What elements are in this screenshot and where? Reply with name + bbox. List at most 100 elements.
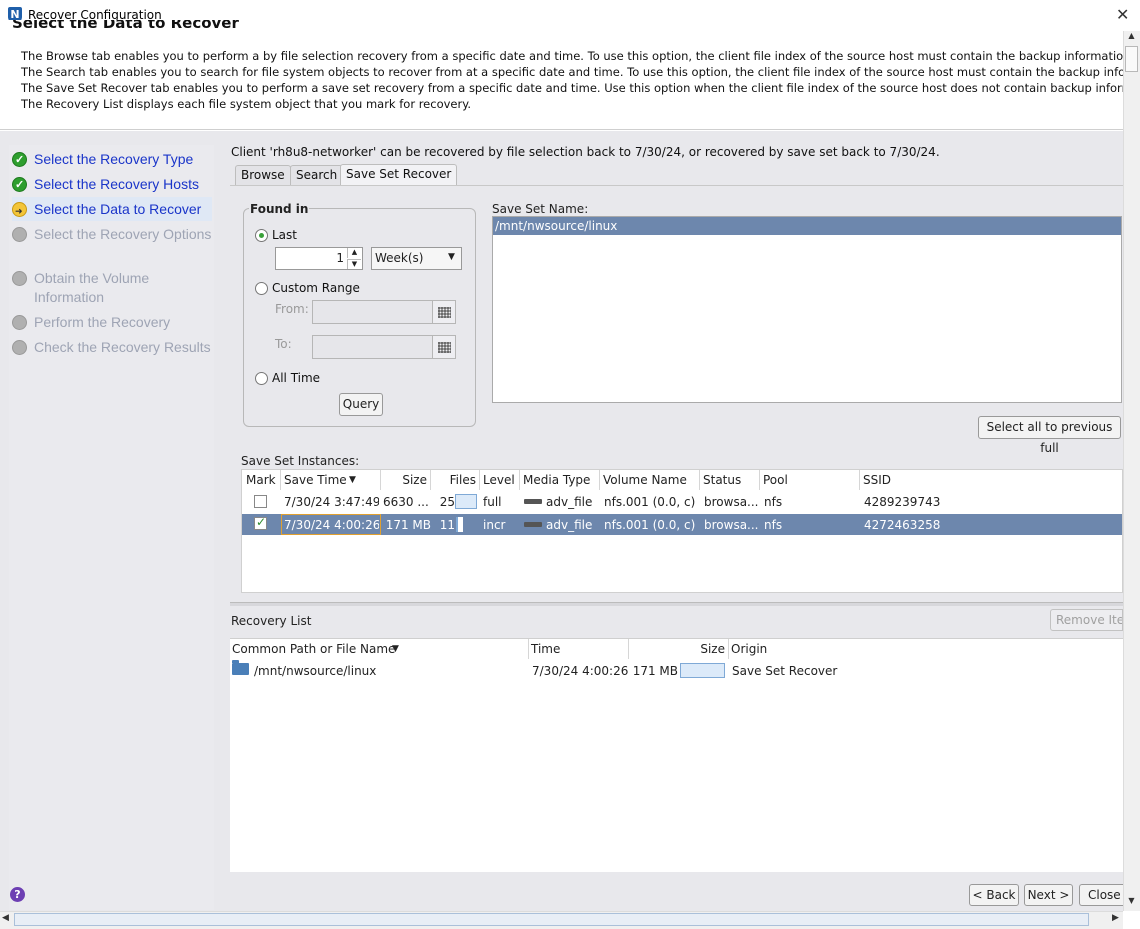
column-header-volume-name[interactable]: Volume Name bbox=[600, 470, 700, 490]
cell-pool: nfs bbox=[764, 495, 783, 509]
panel-splitter[interactable] bbox=[230, 602, 1123, 606]
chevron-down-icon[interactable]: ▼ bbox=[448, 252, 455, 262]
column-header-label: Common Path or File Name bbox=[232, 642, 396, 656]
cell-volume-name: nfs.001 (0.0, c) bbox=[604, 518, 696, 532]
step-data-to-recover[interactable]: Select the Data to Recover bbox=[12, 197, 212, 221]
disk-media-icon bbox=[524, 499, 542, 504]
header-panel: Select the Data to Recover The Browse ta… bbox=[0, 20, 1124, 130]
cell-origin: Save Set Recover bbox=[732, 664, 838, 678]
column-header-save-time[interactable]: Save Time ▼ bbox=[281, 470, 381, 490]
column-header-level[interactable]: Level bbox=[480, 470, 520, 490]
files-progress-bar bbox=[456, 517, 463, 532]
help-icon[interactable]: ? bbox=[10, 887, 25, 902]
folder-icon bbox=[232, 660, 249, 675]
stepper-down-icon[interactable]: ▼ bbox=[347, 259, 361, 269]
last-count-value: 1 bbox=[336, 251, 344, 265]
step-label: Obtain the Volume Information bbox=[34, 270, 150, 305]
files-progress-bar bbox=[455, 494, 477, 509]
mark-checkbox[interactable] bbox=[254, 515, 267, 530]
column-header-pool[interactable]: Pool bbox=[760, 470, 860, 490]
column-header-files[interactable]: Files bbox=[431, 470, 480, 490]
pending-dot-icon bbox=[12, 271, 27, 286]
tab-search[interactable]: Search bbox=[290, 165, 344, 185]
cell-level: full bbox=[483, 495, 502, 509]
pending-dot-icon bbox=[12, 315, 27, 330]
cell-pool: nfs bbox=[764, 518, 783, 532]
cell-size: 171 MB bbox=[385, 518, 431, 532]
scroll-right-icon[interactable]: ▶ bbox=[1112, 913, 1119, 923]
header-line-recovery-list: The Recovery List displays each file sys… bbox=[21, 97, 472, 111]
cell-status: browsa... bbox=[704, 518, 758, 532]
last-radio[interactable] bbox=[255, 229, 268, 242]
cell-ssid: 4289239743 bbox=[864, 495, 941, 509]
unit-select-value: Week(s) bbox=[375, 251, 424, 265]
close-button[interactable]: Close bbox=[1079, 884, 1123, 906]
scroll-down-icon[interactable]: ▼ bbox=[1123, 896, 1140, 910]
column-header-status[interactable]: Status bbox=[700, 470, 760, 490]
size-progress-bar bbox=[680, 663, 725, 678]
to-calendar-icon bbox=[432, 335, 456, 359]
column-header-size[interactable]: Size bbox=[629, 639, 729, 659]
next-button[interactable]: Next > bbox=[1024, 884, 1073, 906]
cell-time: 7/30/24 4:00:26... bbox=[532, 664, 628, 678]
column-header-media-type[interactable]: Media Type bbox=[520, 470, 600, 490]
back-button[interactable]: < Back bbox=[969, 884, 1019, 906]
column-header-path[interactable]: Common Path or File Name ▼ bbox=[230, 639, 529, 659]
vertical-scroll-thumb[interactable] bbox=[1125, 46, 1138, 72]
column-header-ssid[interactable]: SSID bbox=[860, 470, 1122, 490]
step-label: Select the Recovery Options bbox=[34, 226, 212, 242]
column-header-label: Save Time bbox=[284, 473, 347, 487]
sort-down-icon: ▼ bbox=[392, 644, 399, 654]
check-icon bbox=[12, 176, 27, 195]
to-date-field bbox=[312, 335, 433, 359]
save-set-name-label: Save Set Name: bbox=[492, 202, 589, 216]
found-in-title: Found in bbox=[249, 202, 310, 216]
scroll-left-icon[interactable]: ◀ bbox=[2, 913, 9, 923]
client-info-text: Client 'rh8u8-networker' can be recovere… bbox=[231, 145, 940, 159]
to-label: To: bbox=[275, 337, 292, 351]
cell-ssid: 4272463258 bbox=[864, 518, 941, 532]
header-line-search: The Search tab enables you to search for… bbox=[21, 65, 1124, 79]
arrow-icon bbox=[12, 202, 27, 221]
remove-item-button: Remove Item bbox=[1050, 609, 1123, 631]
cell-media-type: adv_file bbox=[546, 518, 593, 532]
from-label: From: bbox=[275, 302, 309, 316]
step-recovery-results: Check the Recovery Results bbox=[12, 338, 212, 376]
header-line-browse: The Browse tab enables you to perform a … bbox=[21, 49, 1124, 63]
step-label: Perform the Recovery bbox=[34, 314, 171, 330]
stepper-up-icon[interactable]: ▲ bbox=[347, 248, 361, 258]
all-time-radio[interactable] bbox=[255, 372, 268, 385]
tab-browse[interactable]: Browse bbox=[235, 165, 291, 185]
from-calendar-icon bbox=[432, 300, 456, 324]
list-item[interactable]: /mnt/nwsource/linux bbox=[493, 217, 1121, 235]
cell-path: /mnt/nwsource/linux bbox=[254, 664, 377, 678]
query-button[interactable]: Query bbox=[339, 393, 383, 416]
cell-media-type: adv_file bbox=[546, 495, 593, 509]
column-header-size[interactable]: Size bbox=[381, 470, 431, 490]
column-header-origin[interactable]: Origin bbox=[729, 639, 1123, 659]
last-label: Last bbox=[272, 228, 297, 242]
step-recovery-hosts[interactable]: Select the Recovery Hosts bbox=[12, 175, 212, 195]
pending-dot-icon bbox=[12, 340, 27, 355]
mark-checkbox[interactable] bbox=[254, 495, 267, 508]
save-set-instances-label: Save Set Instances: bbox=[241, 454, 360, 468]
horizontal-scroll-thumb[interactable] bbox=[14, 913, 1089, 926]
cell-files: 25 bbox=[439, 495, 455, 509]
cell-save-time: 7/30/24 3:47:49... bbox=[284, 495, 379, 509]
all-time-label: All Time bbox=[272, 371, 321, 385]
column-header-time[interactable]: Time bbox=[529, 639, 629, 659]
disk-media-icon bbox=[524, 522, 542, 527]
tab-save-set-recover[interactable]: Save Set Recover bbox=[340, 164, 458, 186]
vertical-scrollbar[interactable] bbox=[1123, 31, 1140, 911]
pending-dot-icon bbox=[12, 227, 27, 242]
custom-range-radio[interactable] bbox=[255, 282, 268, 295]
scroll-up-icon[interactable]: ▲ bbox=[1123, 31, 1140, 45]
step-label: Select the Data to Recover bbox=[34, 201, 202, 217]
step-recovery-type[interactable]: Select the Recovery Type bbox=[12, 150, 212, 170]
save-set-name-list[interactable] bbox=[492, 216, 1122, 403]
cell-status: browsa... bbox=[704, 495, 758, 509]
page-title: Select the Data to Recover bbox=[12, 20, 239, 32]
cell-level: incr bbox=[483, 518, 506, 532]
column-header-mark[interactable]: Mark bbox=[243, 470, 281, 490]
select-all-previous-full-button[interactable]: Select all to previous full bbox=[978, 416, 1121, 455]
